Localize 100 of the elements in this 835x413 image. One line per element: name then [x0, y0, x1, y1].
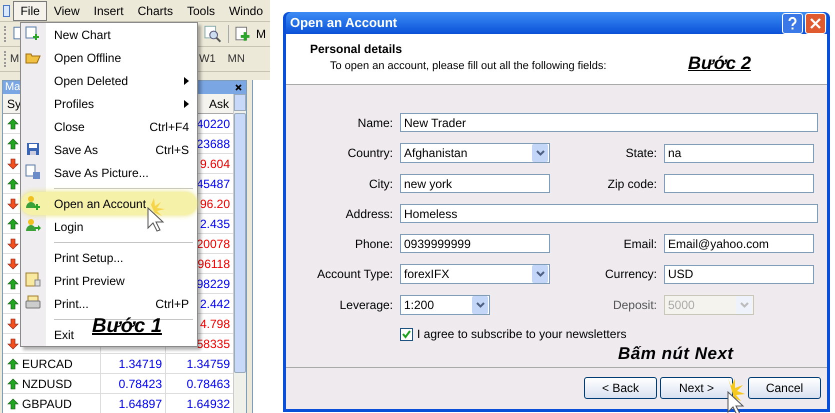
toolbar-label: M: [256, 26, 266, 43]
field-label: State:: [624, 145, 657, 162]
field-label: Email:: [622, 236, 657, 253]
dropdown[interactable]: forexIFX: [400, 264, 550, 284]
input-field[interactable]: na: [664, 144, 814, 163]
dialog-button[interactable]: Cancel: [748, 377, 821, 400]
toolbar-grip: [4, 26, 7, 42]
menu-item[interactable]: Exit: [54, 328, 74, 342]
ask-price: 4.798: [200, 316, 230, 332]
close-icon: [810, 18, 821, 29]
menu-item[interactable]: Close: [54, 120, 85, 134]
ask-price: 20078: [196, 236, 230, 252]
menu-item[interactable]: Open Deleted: [54, 74, 128, 88]
input-field[interactable]: USD: [664, 264, 814, 284]
menu-item[interactable]: Open an Account: [21, 192, 197, 215]
menu-item[interactable]: File: [13, 0, 47, 20]
toolbar-grip: [4, 51, 7, 67]
chevron-down-icon: [736, 296, 752, 314]
annotation-text: Bấm nút Next: [618, 343, 735, 366]
ask-price: 2.435: [200, 216, 230, 232]
ask-price: 2.442: [200, 296, 230, 312]
panel-title: Ma: [5, 81, 20, 94]
dropdown[interactable]: 1:200: [400, 295, 490, 316]
shortcut-text: Ctrl+P: [155, 296, 189, 312]
menu-item[interactable]: New Chart: [54, 28, 111, 42]
menu-item[interactable]: Save As: [54, 142, 98, 156]
preview-icon: [25, 272, 41, 288]
dialog-button[interactable]: < Back: [584, 377, 657, 400]
ask-price: 98229: [196, 276, 230, 292]
symbol-name: GBPAUD: [22, 396, 72, 412]
help-icon: [788, 16, 797, 30]
scrollbar[interactable]: [233, 94, 246, 413]
close-icon[interactable]: [235, 84, 242, 91]
menu-item[interactable]: Charts: [130, 0, 180, 20]
field-label: City:: [368, 176, 393, 193]
window-title: Open an Account: [290, 14, 398, 32]
new-order-icon[interactable]: [234, 26, 250, 42]
timeframe-button[interactable]: W1: [199, 50, 216, 68]
timeframe-button[interactable]: M: [10, 50, 20, 68]
ask-price: 1.34759: [186, 356, 230, 372]
menu-item[interactable]: Print...: [54, 296, 89, 310]
ask-price: 96118: [198, 256, 230, 272]
field-label: Deposit:: [612, 297, 657, 314]
instruction-text: To open an account, please fill out all the following fields:: [330, 59, 606, 74]
field-label: Address:: [344, 206, 393, 223]
field-label: Name:: [356, 114, 393, 132]
input-field[interactable]: [664, 174, 814, 194]
app-icon[interactable]: [3, 4, 10, 16]
ask-price: 0.78463: [186, 376, 230, 392]
zoom-icon[interactable]: [204, 25, 222, 43]
bid-price: 1.64897: [118, 396, 162, 412]
bid-price: 1.34719: [118, 356, 162, 372]
chevron-down-icon: [532, 265, 548, 284]
printer-icon: [25, 295, 41, 311]
checkbox-label: I agree to subscribe to your newsletters: [417, 326, 626, 344]
field-label: Country:: [346, 145, 393, 162]
input-field[interactable]: Homeless: [400, 204, 818, 224]
ask-price: 45487: [196, 176, 230, 192]
annotation-text: Bước 2: [688, 52, 751, 76]
close-button[interactable]: [805, 12, 826, 34]
input-field[interactable]: Email@yahoo.com: [664, 234, 814, 254]
menu-item[interactable]: View: [46, 0, 87, 20]
ask-price: 58335: [196, 336, 230, 352]
menu-item[interactable]: Save As Picture...: [54, 166, 149, 180]
chevron-down-icon: [532, 144, 548, 162]
menu-item[interactable]: Login: [54, 220, 84, 234]
dropdown[interactable]: Afghanistan: [400, 143, 550, 164]
symbol-name: EURCAD: [22, 356, 73, 372]
annotation-text: Bước 1: [92, 314, 162, 338]
menu-item[interactable]: Profiles: [54, 96, 94, 110]
menu-item[interactable]: Print Preview: [54, 274, 125, 288]
menu-item[interactable]: Tools: [180, 0, 222, 20]
help-button[interactable]: [782, 12, 803, 34]
new-chart-icon: [25, 26, 41, 42]
menu-item[interactable]: Insert: [86, 0, 131, 20]
field-label: Currency:: [604, 266, 657, 284]
chevron-down-icon: [472, 296, 488, 314]
menu-item[interactable]: Windo: [222, 0, 270, 20]
timeframe-button[interactable]: MN: [228, 50, 245, 68]
menu-item[interactable]: Print Setup...: [54, 250, 124, 264]
ask-price: 40220: [196, 116, 230, 132]
input-field[interactable]: New Trader: [400, 113, 818, 132]
input-field[interactable]: new york: [400, 174, 550, 194]
dialog-button[interactable]: Next >: [660, 377, 733, 400]
ask-price: 23688: [196, 136, 230, 152]
field-label: Zip code:: [606, 176, 657, 193]
input-field[interactable]: 0939999999: [400, 234, 550, 254]
ask-price: 1.64932: [186, 396, 230, 412]
user-add-icon: [25, 195, 41, 211]
field-label: Account Type:: [316, 266, 393, 284]
shortcut-text: Ctrl+F4: [149, 118, 189, 136]
field-label: Phone:: [354, 236, 393, 253]
symbol-name: NZDUSD: [22, 376, 72, 392]
ask-price: 9.604: [200, 156, 230, 172]
menu-item[interactable]: Open Offline: [54, 50, 122, 64]
field-label: Leverage:: [338, 297, 393, 314]
bid-price: 0.78423: [118, 376, 162, 392]
ask-price: 96.20: [200, 196, 230, 212]
checkbox[interactable]: [400, 328, 413, 341]
picture-icon: [25, 164, 41, 180]
